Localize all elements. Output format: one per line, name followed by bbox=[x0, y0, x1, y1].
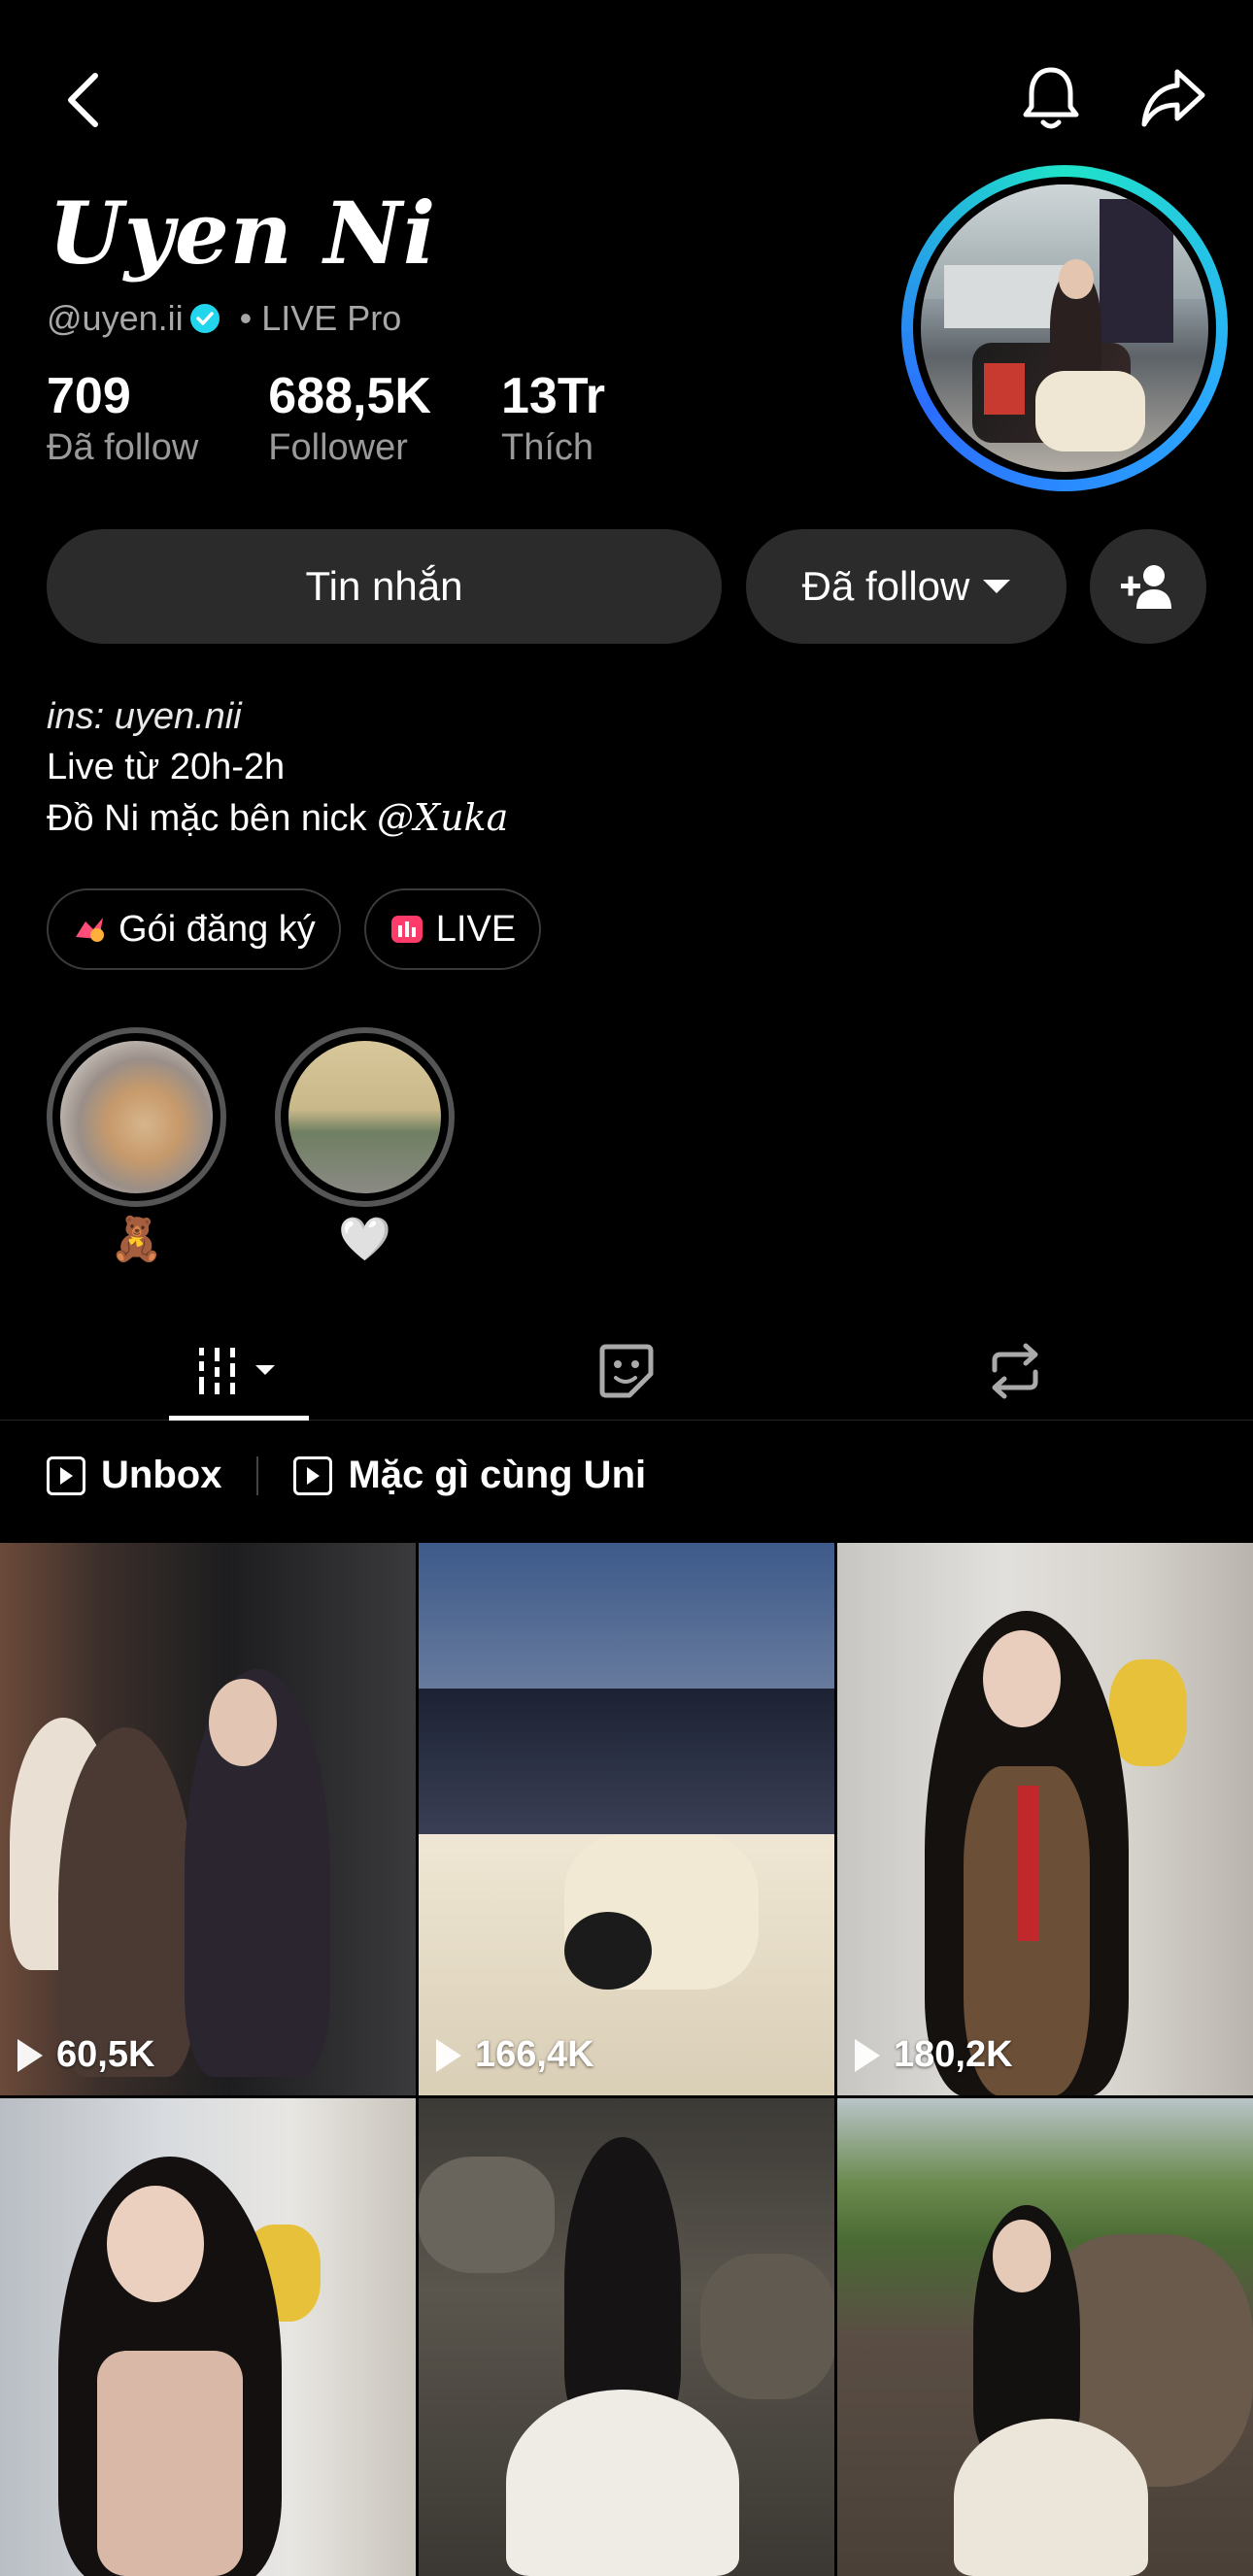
play-icon bbox=[436, 2038, 461, 2072]
subscription-icon bbox=[76, 918, 104, 942]
video-thumbnail[interactable] bbox=[419, 2098, 834, 2576]
bell-icon bbox=[1023, 67, 1079, 129]
following-dropdown-button[interactable]: Đã follow bbox=[746, 529, 1067, 644]
repost-icon bbox=[992, 1343, 1038, 1398]
following-stat[interactable]: 709 Đã follow bbox=[47, 367, 198, 470]
live-chip-label: LIVE bbox=[435, 908, 517, 950]
tab-videos[interactable] bbox=[169, 1321, 309, 1421]
playlist-icon bbox=[293, 1455, 333, 1495]
followers-count: 688,5K bbox=[268, 368, 431, 424]
highlight-item[interactable]: 🤍 bbox=[275, 1027, 455, 1267]
playlist-label: Mặc gì cùng Uni bbox=[348, 1454, 647, 1496]
share-button[interactable] bbox=[1138, 64, 1208, 130]
playlist-row: Unbox Mặc gì cùng Uni bbox=[47, 1454, 646, 1497]
message-button[interactable]: Tin nhắn bbox=[47, 529, 722, 644]
highlight-title: 🤍 bbox=[338, 1216, 391, 1263]
back-button[interactable] bbox=[56, 66, 115, 134]
video-thumbnail[interactable] bbox=[0, 2098, 416, 2576]
likes-label: Thích bbox=[500, 427, 594, 468]
notification-bell-button[interactable] bbox=[1020, 62, 1082, 132]
profile-tabs bbox=[0, 1321, 1253, 1421]
profile-chips: Gói đăng ký LIVE bbox=[47, 888, 564, 970]
divider bbox=[256, 1455, 259, 1495]
verified-badge-icon bbox=[189, 304, 220, 333]
add-user-icon bbox=[1121, 565, 1171, 609]
bio-line-outfit: Đồ Ni mặc bên nick @Xuka bbox=[47, 796, 509, 839]
view-count: 60,5K bbox=[17, 2034, 154, 2076]
likes-stat[interactable]: 13Tr Thích bbox=[501, 367, 605, 470]
tab-reposts[interactable] bbox=[971, 1321, 1059, 1421]
highlight-thumbnail bbox=[288, 1041, 441, 1193]
story-highlights: 🧸 🤍 bbox=[47, 1027, 503, 1267]
bio: ins: uyen.nii Live từ 20h-2h Đồ Ni mặc b… bbox=[47, 691, 508, 844]
view-count: 180,2K bbox=[855, 2034, 1013, 2076]
likes-count: 13Tr bbox=[500, 368, 605, 424]
separator-dot: • bbox=[239, 298, 253, 338]
tab-stickers[interactable] bbox=[583, 1321, 670, 1421]
subscription-chip-label: Gói đăng ký bbox=[119, 908, 316, 950]
profile-stats: 709 Đã follow 688,5K Follower 13Tr Thích bbox=[47, 367, 675, 470]
highlight-item[interactable]: 🧸 bbox=[47, 1027, 226, 1267]
view-count: 166,4K bbox=[436, 2034, 594, 2076]
bio-line-instagram: ins: uyen.nii bbox=[47, 696, 242, 737]
live-pro-badge[interactable]: LIVE Pro bbox=[261, 298, 401, 339]
play-icon bbox=[855, 2038, 880, 2072]
profile-page: Uyen Ni @uyen.ii • LIVE Pro 709 Đã follo… bbox=[0, 0, 1253, 2576]
subscription-chip[interactable]: Gói đăng ký bbox=[47, 888, 341, 970]
display-name: Uyen Ni bbox=[49, 183, 437, 284]
chevron-left-icon bbox=[68, 73, 98, 127]
share-arrow-icon bbox=[1141, 69, 1205, 127]
following-count: 709 bbox=[47, 368, 131, 424]
highlight-title: 🧸 bbox=[110, 1216, 163, 1263]
follow-label: Đã follow bbox=[801, 563, 970, 609]
followers-label: Follower bbox=[268, 427, 408, 468]
playlist-label: Unbox bbox=[101, 1454, 222, 1496]
top-bar bbox=[0, 58, 1253, 136]
video-thumbnail[interactable]: 60,5K bbox=[0, 1543, 416, 2095]
followers-stat[interactable]: 688,5K Follower bbox=[268, 367, 431, 470]
live-icon bbox=[390, 916, 423, 943]
grid-icon bbox=[199, 1347, 275, 1394]
following-label: Đã follow bbox=[47, 427, 199, 468]
handle-row: @uyen.ii • LIVE Pro bbox=[47, 297, 401, 340]
playlist-mac-gi-cung-uni[interactable]: Mặc gì cùng Uni bbox=[293, 1454, 646, 1497]
avatar[interactable] bbox=[901, 165, 1228, 491]
highlight-thumbnail bbox=[60, 1041, 213, 1193]
avatar-photo bbox=[921, 184, 1208, 472]
video-thumbnail[interactable]: 180,2K bbox=[837, 1543, 1253, 2095]
bio-mention-link[interactable]: @Xuka bbox=[377, 796, 508, 839]
bio-line-live-hours: Live từ 20h-2h bbox=[47, 747, 286, 787]
video-thumbnail[interactable]: 166,4K bbox=[419, 1543, 834, 2095]
caret-down-icon bbox=[983, 580, 1011, 593]
playlist-unbox[interactable]: Unbox bbox=[47, 1454, 221, 1497]
video-thumbnail[interactable] bbox=[837, 2098, 1253, 2576]
live-chip[interactable]: LIVE bbox=[363, 888, 542, 970]
playlist-icon bbox=[47, 1455, 85, 1495]
username: @uyen.ii bbox=[47, 298, 184, 338]
active-tab-indicator bbox=[169, 1416, 309, 1421]
add-friend-button[interactable] bbox=[1090, 529, 1206, 644]
play-icon bbox=[17, 2038, 43, 2072]
sticker-icon bbox=[599, 1344, 654, 1397]
